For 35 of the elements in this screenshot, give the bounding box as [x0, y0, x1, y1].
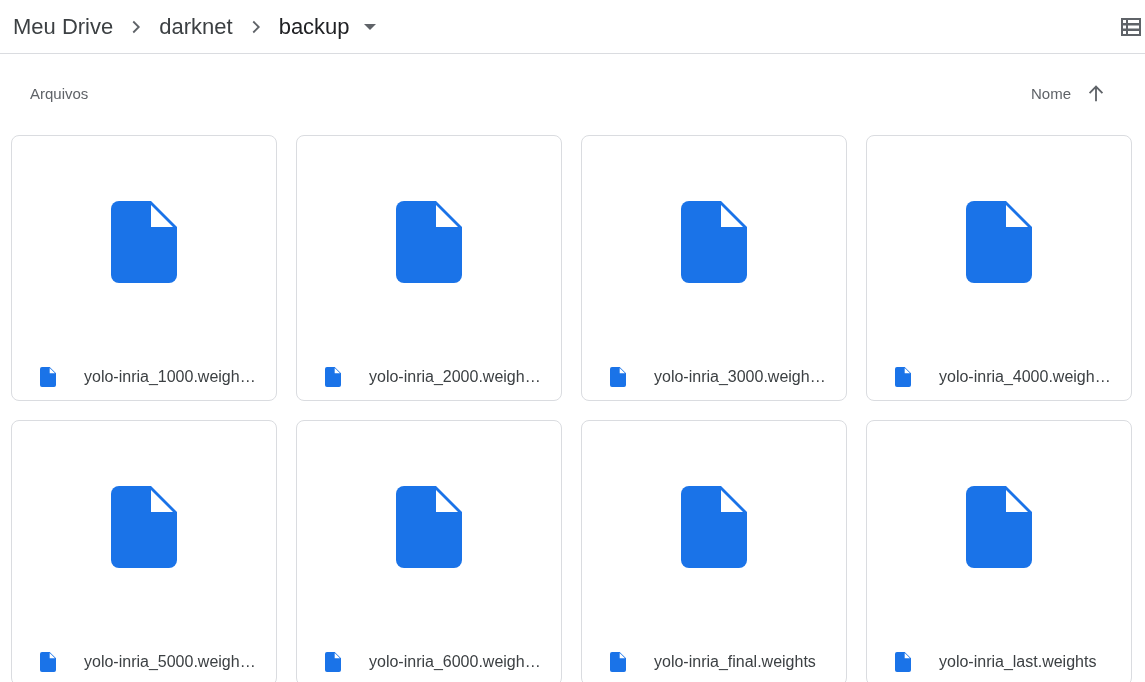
file-icon — [895, 652, 911, 672]
breadcrumb-item[interactable]: Meu Drive — [13, 10, 114, 43]
file-name: yolo-inria_final.weights — [654, 652, 816, 672]
file-card[interactable]: yolo-inria_3000.weigh… — [581, 135, 847, 401]
file-icon — [610, 652, 626, 672]
file-icon — [40, 367, 56, 387]
file-name: yolo-inria_4000.weigh… — [939, 367, 1111, 387]
file-icon — [895, 367, 911, 387]
file-name: yolo-inria_1000.weigh… — [84, 367, 256, 387]
file-card[interactable]: yolo-inria_2000.weigh… — [296, 135, 562, 401]
file-card[interactable]: yolo-inria_1000.weigh… — [11, 135, 277, 401]
file-icon — [325, 367, 341, 387]
file-name: yolo-inria_last.weights — [939, 652, 1097, 672]
file-icon — [111, 485, 177, 568]
file-icon — [111, 200, 177, 283]
file-icon — [681, 200, 747, 283]
file-icon — [610, 367, 626, 387]
file-name: yolo-inria_2000.weigh… — [369, 367, 541, 387]
file-icon — [325, 652, 341, 672]
file-name: yolo-inria_6000.weigh… — [369, 652, 541, 672]
file-icon — [966, 200, 1032, 283]
file-name: yolo-inria_5000.weigh… — [84, 652, 256, 672]
file-icon — [966, 485, 1032, 568]
file-card[interactable]: yolo-inria_4000.weigh… — [866, 135, 1132, 401]
file-icon — [40, 652, 56, 672]
dropdown-caret-icon[interactable] — [363, 23, 376, 30]
file-icon — [396, 200, 462, 283]
breadcrumb-item[interactable]: backup — [278, 10, 350, 43]
file-icon — [681, 485, 747, 568]
sort-button[interactable]: Nome — [1031, 82, 1071, 106]
list-view-icon[interactable] — [1121, 17, 1141, 36]
breadcrumb-item[interactable]: darknet — [159, 10, 233, 43]
file-name: yolo-inria_3000.weigh… — [654, 367, 826, 387]
file-icon — [396, 485, 462, 568]
section-title: Arquivos — [30, 83, 89, 104]
